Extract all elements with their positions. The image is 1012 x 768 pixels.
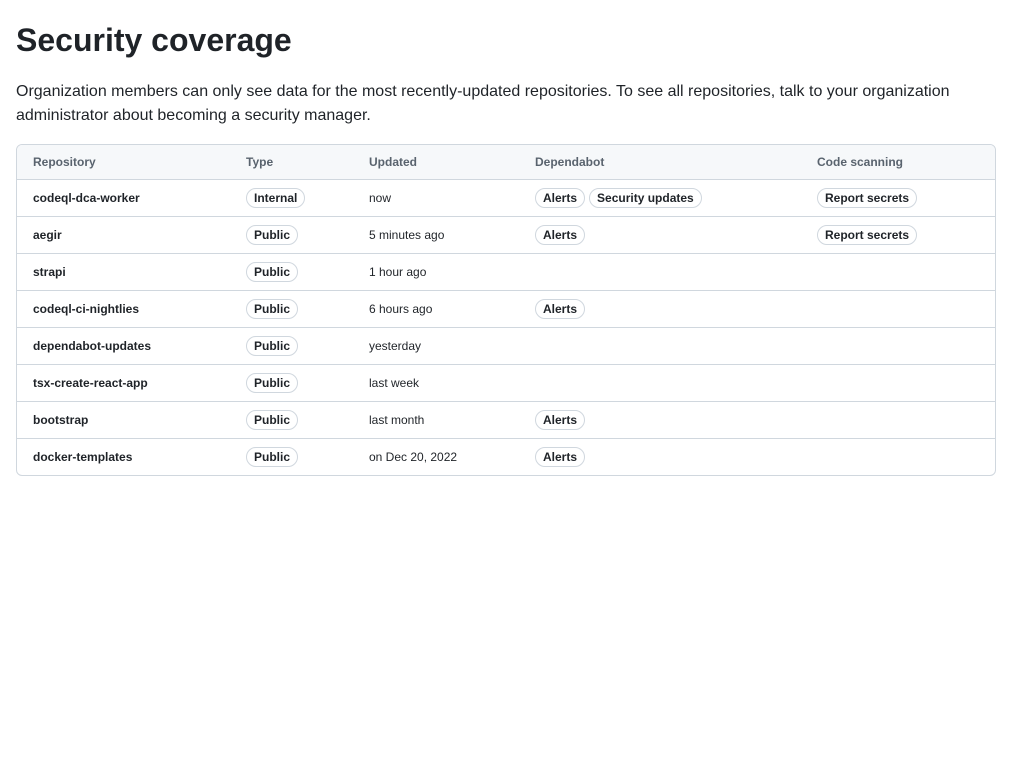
repository-name-link[interactable]: tsx-create-react-app <box>17 364 230 402</box>
dependabot-cell: Alerts <box>519 439 801 476</box>
updated-time: on Dec 20, 2022 <box>369 450 458 464</box>
code-scanning-cell: Report secrets <box>801 179 995 217</box>
column-header-code-scanning[interactable]: Code scanning <box>801 145 995 180</box>
table-row[interactable]: tsx-create-react-app Public last week <box>17 364 995 402</box>
type-cell: Internal <box>230 179 353 217</box>
code-scanning-cell: Report secrets <box>801 216 995 254</box>
dependabot-cell: Alerts <box>519 401 801 439</box>
code-scanning-cell <box>801 439 995 476</box>
type-cell: Public <box>230 290 353 328</box>
coverage-table: Repository Type Updated Dependabot Code … <box>17 145 995 475</box>
table-row[interactable]: docker-templates Public on Dec 20, 2022 Ale… <box>17 439 995 476</box>
visibility-badge: Public <box>246 262 299 282</box>
table-body: codeql-dca-worker Internal now Alerts Securi… <box>17 179 995 476</box>
dependabot-feature-badge: Security updates <box>589 188 702 208</box>
visibility-badge: Public <box>246 225 299 245</box>
page-description: Organization members can only see data f… <box>16 83 950 124</box>
visibility-badge: Public <box>246 299 299 319</box>
dependabot-feature-badge: Alerts <box>535 299 586 319</box>
type-cell: Public <box>230 364 353 402</box>
type-cell: Public <box>230 327 353 365</box>
code-scanning-feature-badge: Report secrets <box>817 188 918 208</box>
code-scanning-cell <box>801 364 995 402</box>
updated-time: yesterday <box>353 327 519 365</box>
dependabot-cell <box>519 327 801 365</box>
code-scanning-cell <box>801 401 995 439</box>
visibility-badge: Public <box>246 336 299 356</box>
dependabot-cell: Alerts <box>519 290 801 328</box>
updated-time: 1 hour ago <box>353 253 519 291</box>
code-scanning-cell <box>801 253 995 291</box>
dependabot-feature-badge: Alerts <box>535 447 586 467</box>
column-header-dependabot[interactable]: Dependabot <box>519 145 801 180</box>
repository-name-link[interactable]: bootstrap <box>17 401 230 439</box>
updated-time: 5 minutes ago <box>353 216 519 254</box>
repository-name-link[interactable]: codeql-ci-nightlies <box>17 290 230 328</box>
dependabot-cell <box>519 364 801 402</box>
column-header-repository[interactable]: Repository <box>17 145 230 180</box>
column-header-type[interactable]: Type <box>230 145 353 180</box>
type-cell: Public <box>230 253 353 291</box>
visibility-badge: Public <box>246 373 299 393</box>
updated-time: last month <box>353 401 519 439</box>
repository-name-link[interactable]: aegir <box>17 216 230 254</box>
type-cell: Public <box>230 439 353 476</box>
repository-name-link[interactable]: docker-templates <box>17 439 230 476</box>
type-cell: Public <box>230 401 353 439</box>
table-row[interactable]: dependabot-updates Public yesterday <box>17 327 995 365</box>
updated-time: last week <box>353 364 519 402</box>
visibility-badge: Public <box>246 410 299 430</box>
table-header-row: Repository Type Updated Dependabot Code … <box>17 145 995 180</box>
table-row[interactable]: codeql-ci-nightlies Public 6 hours ago Aler… <box>17 290 995 328</box>
dependabot-cell: Alerts <box>519 216 801 254</box>
dependabot-cell <box>519 253 801 291</box>
dependabot-feature-badge: Alerts <box>535 225 586 245</box>
page-title: Security coverage <box>16 22 292 58</box>
repository-name-link[interactable]: codeql-dca-worker <box>17 179 230 217</box>
security-coverage-page: Security coverage Organization members c… <box>0 0 1012 476</box>
code-scanning-cell <box>801 290 995 328</box>
code-scanning-cell <box>801 327 995 365</box>
code-scanning-feature-badge: Report secrets <box>817 225 918 245</box>
table-row[interactable]: aegir Public 5 minutes ago Alerts Report sec… <box>17 216 995 254</box>
updated-time: now <box>353 179 519 217</box>
table-row[interactable]: bootstrap Public last month Alerts <box>17 401 995 439</box>
table-row[interactable]: strapi Public 1 hour ago <box>17 253 995 291</box>
visibility-badge: Public <box>246 447 299 467</box>
repository-name-link[interactable]: dependabot-updates <box>17 327 230 365</box>
dependabot-feature-badge: Alerts <box>535 188 586 208</box>
table-row[interactable]: codeql-dca-worker Internal now Alerts Securi… <box>17 179 995 217</box>
column-header-updated[interactable]: Updated <box>353 145 519 180</box>
type-cell: Public <box>230 216 353 254</box>
dependabot-feature-badge: Alerts <box>535 410 586 430</box>
dependabot-cell: Alerts Security updates <box>519 179 801 217</box>
updated-time: 6 hours ago <box>353 290 519 328</box>
visibility-badge: Internal <box>246 188 306 208</box>
coverage-table-container: Repository Type Updated Dependabot Code … <box>16 144 996 476</box>
repository-name-link[interactable]: strapi <box>17 253 230 291</box>
